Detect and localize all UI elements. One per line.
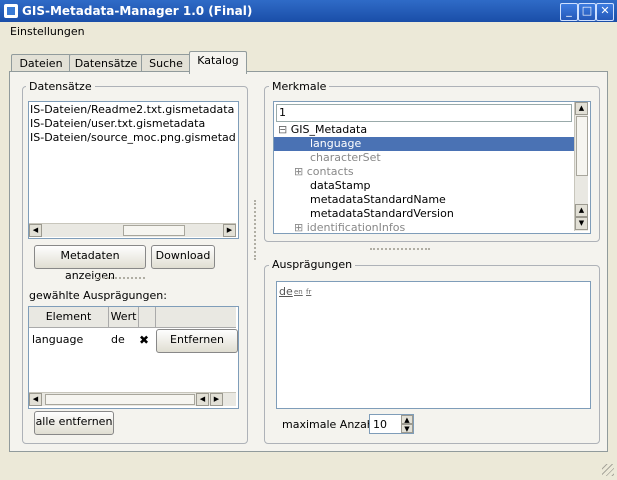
resize-grip[interactable] <box>602 464 614 476</box>
title-bar[interactable]: GIS-Metadata-Manager 1.0 (Final) _ □ ✕ <box>0 0 617 22</box>
max-count-label: maximale Anzahl: <box>282 418 381 431</box>
collapse-icon[interactable]: ⊟ <box>278 123 287 136</box>
max-count-value[interactable]: 10 <box>373 418 387 431</box>
minimize-icon[interactable]: _ <box>560 3 578 21</box>
column-header-element[interactable]: Element <box>29 307 109 327</box>
tree-item-contacts[interactable]: ⊞ contacts <box>294 165 354 179</box>
tree-view: ⊟ GIS_Metadata language characterSet ⊞ c… <box>274 123 574 233</box>
scroll-up-icon[interactable]: ▲ <box>575 204 588 217</box>
value-fr[interactable]: fr <box>306 288 311 296</box>
window-title: GIS-Metadata-Manager 1.0 (Final) <box>22 4 253 18</box>
list-item[interactable]: IS-Dateien/source_moc.png.gismetadata <box>30 131 235 145</box>
row-value: de <box>111 333 125 346</box>
scroll-thumb[interactable] <box>45 394 195 405</box>
scroll-right-icon[interactable]: ▶ <box>223 224 236 237</box>
tree-item-datastamp[interactable]: dataStamp <box>310 179 371 193</box>
splitter-handle[interactable] <box>95 277 145 279</box>
tree-item-metadatastandardversion[interactable]: metadataStandardVersion <box>310 207 454 221</box>
scroll-left-icon[interactable]: ◀ <box>29 393 42 406</box>
menu-settings[interactable]: Einstellungen <box>10 25 85 38</box>
tree-item-gis-metadata[interactable]: ⊟ GIS_Metadata <box>278 123 367 137</box>
row-element: language <box>32 333 84 346</box>
menu-bar: Einstellungen <box>0 22 617 42</box>
app-icon <box>4 4 18 18</box>
spin-down-icon[interactable]: ▼ <box>401 424 413 433</box>
tree-item-metadatastandardname[interactable]: metadataStandardName <box>310 193 446 207</box>
scroll-thumb[interactable] <box>576 116 588 176</box>
vertical-splitter-handle[interactable] <box>254 200 256 260</box>
column-header-wert[interactable]: Wert <box>109 307 139 327</box>
tree-item-identificationinfos[interactable]: ⊞ identificationInfos <box>294 221 405 233</box>
maximize-icon[interactable]: □ <box>578 3 596 21</box>
list-item[interactable]: IS-Dateien/user.txt.gismetadata <box>30 117 235 131</box>
list-item[interactable]: IS-Dateien/Readme2.txt.gismetadata <box>30 103 235 117</box>
selected-table: Element Wert language de ✖ Entfernen ◀ ◀… <box>28 306 239 409</box>
scroll-down-icon[interactable]: ▼ <box>575 217 588 230</box>
tree-item-characterset[interactable]: characterSet <box>310 151 381 165</box>
show-metadata-button[interactable]: Metadaten anzeigen <box>34 245 146 282</box>
merkmale-title: Merkmale <box>269 80 330 93</box>
auspraegungen-cloud: de en fr <box>276 281 591 409</box>
splitter-handle[interactable] <box>370 248 430 250</box>
tab-katalog[interactable]: Katalog <box>189 51 247 74</box>
selected-label: gewählte Ausprägungen: <box>29 289 167 302</box>
datensaetze-list[interactable]: IS-Dateien/Readme2.txt.gismetadata IS-Da… <box>28 101 239 239</box>
remove-all-button[interactable]: alle entfernen <box>34 411 114 435</box>
tree-item-language[interactable]: language <box>274 137 574 151</box>
auspraegungen-title: Ausprägungen <box>269 258 356 271</box>
value-de[interactable]: de <box>279 285 293 298</box>
spin-up-icon[interactable]: ▲ <box>401 415 413 424</box>
datensaetze-title: Datensätze <box>26 80 95 93</box>
scroll-right-icon[interactable]: ▶ <box>210 393 223 406</box>
remove-button[interactable]: Entfernen <box>156 329 238 353</box>
max-count-spinbox[interactable]: 10 ▲ ▼ <box>369 414 414 434</box>
expand-icon[interactable]: ⊞ <box>294 165 303 178</box>
merkmale-search-input[interactable]: 1 <box>276 104 572 122</box>
close-icon[interactable]: ✕ <box>596 3 614 21</box>
table-row: language de ✖ Entfernen <box>29 328 238 353</box>
remove-x-icon[interactable]: ✖ <box>139 333 149 347</box>
scroll-left-icon[interactable]: ◀ <box>196 393 209 406</box>
horizontal-scrollbar[interactable]: ◀ ▶ <box>29 223 236 237</box>
expand-icon[interactable]: ⊞ <box>294 221 303 233</box>
merkmale-tree[interactable]: 1 ⊟ GIS_Metadata language characterSet ⊞… <box>273 101 591 234</box>
scroll-thumb[interactable] <box>123 225 185 236</box>
scroll-up-icon[interactable]: ▲ <box>575 102 588 115</box>
value-en[interactable]: en <box>294 288 303 296</box>
table-horizontal-scrollbar[interactable]: ◀ ◀ ▶ <box>29 392 236 406</box>
vertical-scrollbar[interactable]: ▲ ▲ ▼ <box>574 102 588 231</box>
scroll-left-icon[interactable]: ◀ <box>29 224 42 237</box>
download-button[interactable]: Download <box>151 245 215 269</box>
